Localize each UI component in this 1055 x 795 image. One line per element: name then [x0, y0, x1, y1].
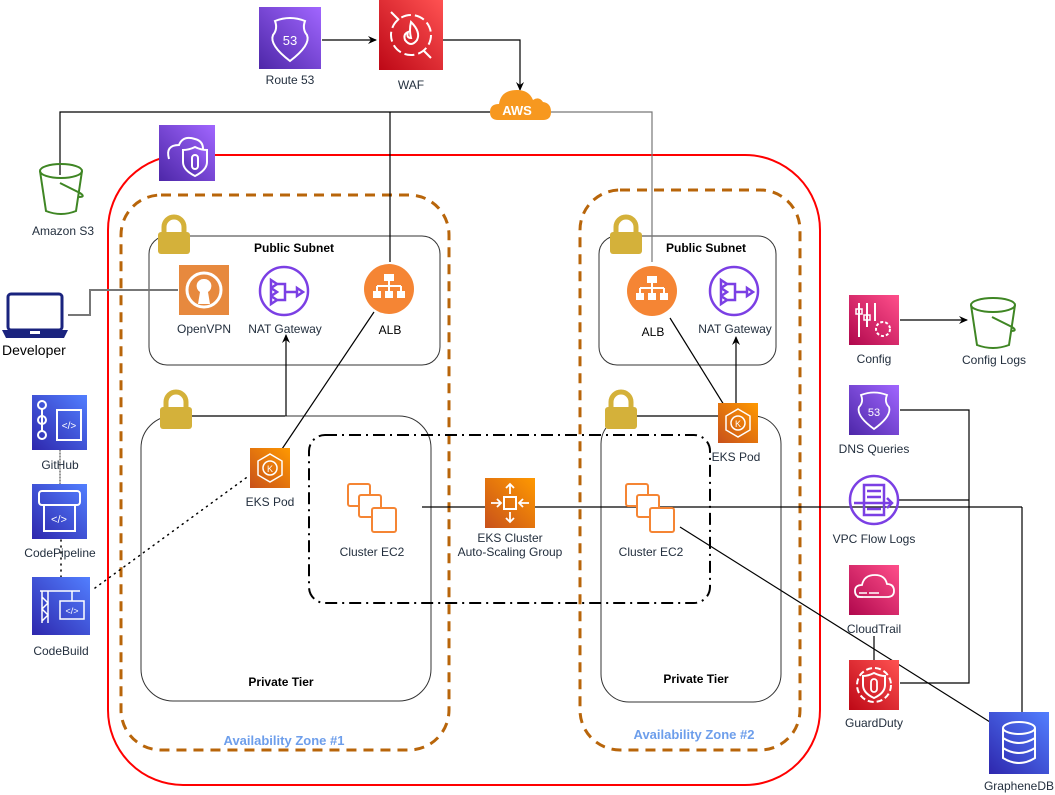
- cloudtrail-icon[interactable]: [849, 565, 899, 615]
- dns-queries-icon[interactable]: 53: [849, 385, 899, 435]
- private-tier-az2-label: Private Tier: [663, 672, 729, 686]
- asg-label-line1: EKS Cluster: [477, 531, 543, 545]
- config-label: Config: [856, 352, 892, 366]
- public-subnet-az1-label: Public Subnet: [253, 241, 335, 255]
- github-label: GitHub: [41, 458, 79, 472]
- alb-az2-label: ALB: [641, 325, 665, 339]
- aws-cloud-icon: AWS: [490, 90, 551, 120]
- guardduty-label: GuardDuty: [844, 716, 904, 730]
- config-icon[interactable]: [849, 295, 899, 345]
- route53-icon[interactable]: 53: [259, 7, 321, 69]
- cloudtrail-label: CloudTrail: [846, 622, 902, 636]
- codebuild-label: CodeBuild: [33, 644, 89, 658]
- nat-gateway-az2-label: NAT Gateway: [698, 322, 772, 336]
- eks-pod-icon-az2[interactable]: K: [718, 403, 758, 443]
- route53-label: Route 53: [265, 73, 315, 87]
- private-tier-az1-label: Private Tier: [248, 675, 314, 689]
- developer-label: Developer: [2, 342, 66, 358]
- guardduty-icon[interactable]: [849, 660, 899, 710]
- svg-text:53: 53: [283, 33, 297, 48]
- cluster-ec2-az2-label: Cluster EC2: [618, 545, 684, 559]
- nat-gateway-icon-az1[interactable]: [258, 265, 310, 317]
- svg-text:AWS: AWS: [502, 103, 532, 118]
- eks-pod-icon-az1[interactable]: K: [250, 448, 290, 488]
- waf-icon[interactable]: [379, 0, 443, 70]
- lock-icon-public-az2: [610, 214, 642, 254]
- availability-zone-2: [578, 188, 802, 752]
- config-logs-bucket-icon[interactable]: [970, 297, 1016, 349]
- svg-text:</>: </>: [62, 421, 77, 432]
- lock-icon-private-az2: [605, 389, 637, 429]
- codepipeline-label: CodePipeline: [24, 546, 96, 560]
- vpc-flow-logs-icon[interactable]: [848, 474, 900, 526]
- availability-zone-2-label: Availability Zone #2: [633, 727, 755, 742]
- autoscaling-group-icon[interactable]: [485, 478, 535, 528]
- vpc-security-icon: [159, 125, 215, 181]
- svg-text:K: K: [267, 464, 273, 474]
- svg-text:K: K: [735, 419, 741, 429]
- lock-icon-private-az1: [160, 389, 192, 429]
- laptop-icon[interactable]: [2, 292, 68, 338]
- github-icon[interactable]: </>: [32, 395, 87, 450]
- nat-gateway-icon-az2[interactable]: [708, 265, 760, 317]
- codebuild-to-eks-pod1: [94, 474, 251, 589]
- s3-label: Amazon S3: [31, 224, 95, 238]
- waf-label: WAF: [397, 78, 425, 92]
- svg-text:</>: </>: [65, 606, 78, 616]
- vpc-flow-logs-label: VPC Flow Logs: [832, 532, 916, 546]
- config-logs-label: Config Logs: [961, 353, 1027, 367]
- s3-bucket-icon[interactable]: [39, 163, 84, 215]
- graphenedb-label: GrapheneDB: [983, 779, 1055, 793]
- availability-zone-1-label: Availability Zone #1: [223, 733, 345, 748]
- aws-to-s3: [59, 111, 490, 175]
- svg-text:</>: </>: [51, 514, 67, 526]
- graphenedb-icon[interactable]: [989, 712, 1049, 774]
- eks-pod-az2-label: EKS Pod: [711, 450, 761, 464]
- openvpn-label: OpenVPN: [176, 322, 232, 336]
- asg-label-line2: Auto-Scaling Group: [457, 545, 563, 559]
- dotted-connectors: [59, 449, 251, 589]
- dns-queries-line: [900, 409, 970, 684]
- architecture-diagram: 53 AWS K K </> </> </> 53: [2, 0, 1049, 786]
- nat-gateway-az1-label: NAT Gateway: [248, 322, 322, 336]
- cluster-ec2-az1-label: Cluster EC2: [339, 545, 405, 559]
- ec2-instances-icon-az1[interactable]: [347, 483, 397, 533]
- lock-icon-public-az1: [158, 214, 190, 254]
- alb-icon-az1[interactable]: [364, 264, 414, 314]
- developer-to-openvpn: [68, 289, 178, 316]
- svg-text:53: 53: [868, 407, 880, 419]
- alb-icon-az2[interactable]: [627, 266, 677, 316]
- public-subnet-az2-label: Public Subnet: [665, 241, 747, 255]
- ec2-az2-to-graphenedb: [679, 526, 991, 723]
- ec2-instances-icon-az2[interactable]: [625, 483, 675, 533]
- eks-pod-az1-label: EKS Pod: [245, 495, 295, 509]
- codepipeline-icon[interactable]: </>: [32, 484, 87, 539]
- dns-queries-label: DNS Queries: [838, 442, 910, 456]
- alb-az1-label: ALB: [378, 323, 402, 337]
- codebuild-icon[interactable]: </>: [32, 577, 90, 635]
- openvpn-icon[interactable]: [179, 265, 229, 315]
